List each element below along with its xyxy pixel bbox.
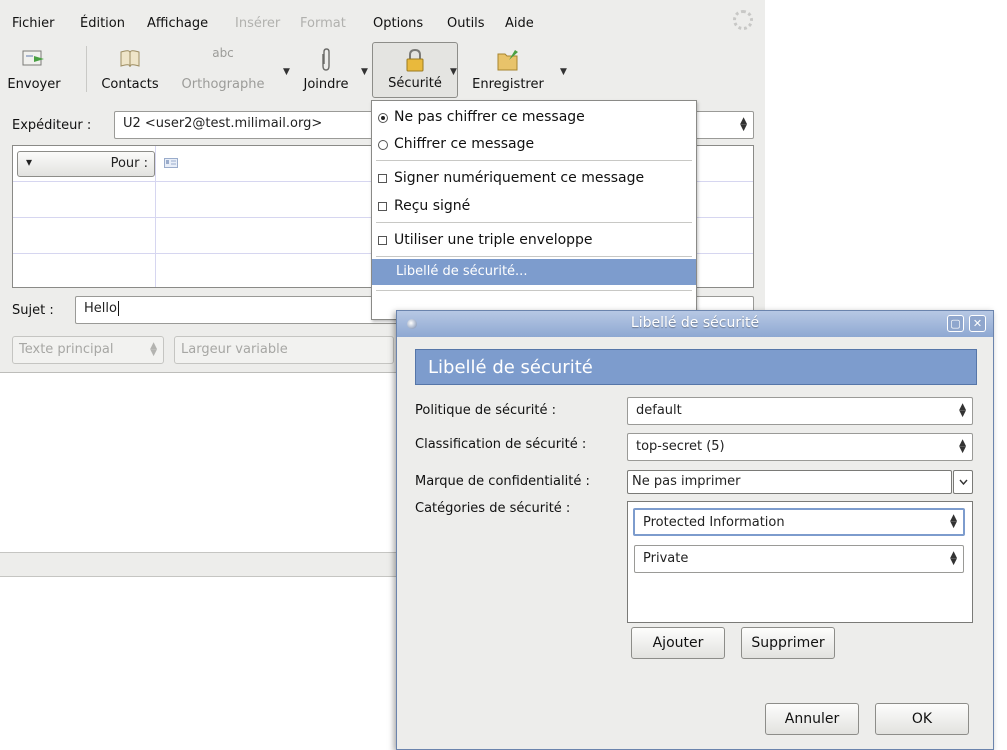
recipient-type-label: Pour : — [110, 156, 148, 171]
checkbox-unchecked-icon — [378, 236, 387, 245]
spelling-dropdown-arrow-icon[interactable]: ▼ — [283, 67, 290, 77]
menu-item-security-label[interactable]: Libellé de sécurité... — [372, 259, 696, 285]
checkbox-unchecked-icon — [378, 202, 387, 211]
menu-bar: Fichier Édition Affichage Insérer Format… — [0, 0, 765, 40]
paperclip-icon — [322, 48, 330, 71]
sender-select-spin-icon: ▲ ▼ — [740, 116, 747, 133]
category-spin-icon: ▲ ▼ — [950, 513, 957, 530]
menu-aide[interactable]: Aide — [505, 16, 534, 31]
dialog-titlebar[interactable]: Libellé de sécurité ▢ ✕ — [397, 311, 993, 337]
font-width-select[interactable]: Largeur variable — [174, 336, 394, 364]
recipient-column-divider — [155, 146, 156, 287]
toolbar-separator — [86, 46, 87, 92]
grip-icon: ▾ — [26, 155, 33, 169]
menu-item-triple-wrap[interactable]: Utiliser une triple enveloppe — [372, 227, 696, 253]
spellcheck-icon: abc — [212, 46, 234, 60]
menu-item-encrypt[interactable]: Chiffrer ce message — [372, 131, 696, 157]
sender-label: Expéditeur : — [12, 118, 92, 133]
dialog-header: Libellé de sécurité — [415, 349, 977, 385]
dialog-title: Libellé de sécurité — [630, 315, 760, 331]
categories-list[interactable]: Protected Information ▲ ▼ Private ▲ ▼ — [627, 501, 973, 623]
classification-label: Classification de sécurité : — [415, 437, 587, 452]
menu-item-signed-receipt[interactable]: Reçu signé — [372, 193, 696, 219]
attach-button[interactable]: Joindre — [296, 40, 356, 98]
menu-item-sign[interactable]: Signer numériquement ce message — [372, 165, 696, 191]
category-select[interactable]: Protected Information ▲ ▼ — [633, 508, 965, 536]
menu-inserer[interactable]: Insérer — [235, 16, 280, 31]
menu-separator — [376, 256, 692, 257]
address-book-icon — [120, 50, 140, 68]
close-icon[interactable]: ✕ — [969, 315, 986, 332]
toolbar: Envoyer Contacts abc Orthographe ▼ Joind… — [0, 40, 765, 100]
privacy-mark-dropdown[interactable] — [953, 470, 973, 494]
save-button[interactable]: Enregistrer — [462, 40, 554, 98]
ok-button[interactable]: OK — [875, 703, 969, 735]
menu-edition[interactable]: Édition — [80, 16, 125, 31]
menu-outils[interactable]: Outils — [447, 16, 485, 31]
radio-unchecked-icon — [378, 140, 388, 150]
categories-label: Catégories de sécurité : — [415, 501, 571, 516]
radio-checked-icon — [378, 113, 388, 123]
maximize-icon[interactable]: ▢ — [947, 315, 964, 332]
activity-throbber-icon — [733, 10, 753, 30]
subject-value: Hello — [84, 301, 117, 316]
menu-options[interactable]: Options — [373, 16, 423, 31]
spelling-button[interactable]: abc Orthographe — [172, 40, 274, 98]
checkbox-unchecked-icon — [378, 174, 387, 183]
menu-separator — [376, 160, 692, 161]
privacy-mark-label: Marque de confidentialité : — [415, 474, 590, 489]
menu-affichage[interactable]: Affichage — [147, 16, 208, 31]
address-card-icon[interactable] — [164, 158, 178, 168]
save-dropdown-arrow-icon[interactable]: ▼ — [560, 67, 567, 77]
contacts-button[interactable]: Contacts — [92, 40, 168, 98]
sender-value: U2 <user2@test.milimail.org> — [123, 116, 323, 131]
format-spin-icon: ▲ ▼ — [150, 341, 157, 358]
security-button[interactable]: Sécurité — [372, 42, 458, 98]
menu-fichier[interactable]: Fichier — [12, 16, 55, 31]
menu-item-no-encrypt[interactable]: Ne pas chiffrer ce message — [372, 104, 696, 130]
chevron-down-icon — [959, 479, 968, 485]
privacy-mark-input[interactable]: Ne pas imprimer — [627, 470, 952, 494]
paragraph-format-select[interactable]: Texte principal ▲ ▼ — [12, 336, 164, 364]
subject-label: Sujet : — [12, 303, 54, 318]
policy-spin-icon: ▲ ▼ — [959, 402, 966, 419]
cancel-button[interactable]: Annuler — [765, 703, 859, 735]
attach-dropdown-arrow-icon[interactable]: ▼ — [361, 67, 368, 77]
classification-spin-icon: ▲ ▼ — [959, 438, 966, 455]
security-label-dialog: Libellé de sécurité ▢ ✕ Libellé de sécur… — [396, 310, 994, 750]
security-menu: Ne pas chiffrer ce message Chiffrer ce m… — [371, 100, 697, 320]
padlock-icon — [406, 48, 424, 72]
save-folder-icon — [497, 50, 518, 71]
send-icon — [22, 50, 44, 66]
menu-separator — [376, 290, 692, 291]
policy-select[interactable]: default ▲ ▼ — [627, 397, 973, 425]
add-category-button[interactable]: Ajouter — [631, 627, 725, 659]
menu-format[interactable]: Format — [300, 16, 346, 31]
security-dropdown-arrow-icon[interactable]: ▼ — [450, 67, 457, 77]
classification-select[interactable]: top-secret (5) ▲ ▼ — [627, 433, 973, 461]
recipient-type-select[interactable]: ▾ Pour : — [17, 151, 155, 177]
send-button[interactable]: Envoyer — [4, 40, 64, 98]
category-spin-icon: ▲ ▼ — [950, 550, 957, 567]
menu-separator — [376, 222, 692, 223]
category-select[interactable]: Private ▲ ▼ — [634, 545, 964, 573]
policy-label: Politique de sécurité : — [415, 403, 556, 418]
text-cursor — [117, 301, 119, 316]
remove-category-button[interactable]: Supprimer — [741, 627, 835, 659]
